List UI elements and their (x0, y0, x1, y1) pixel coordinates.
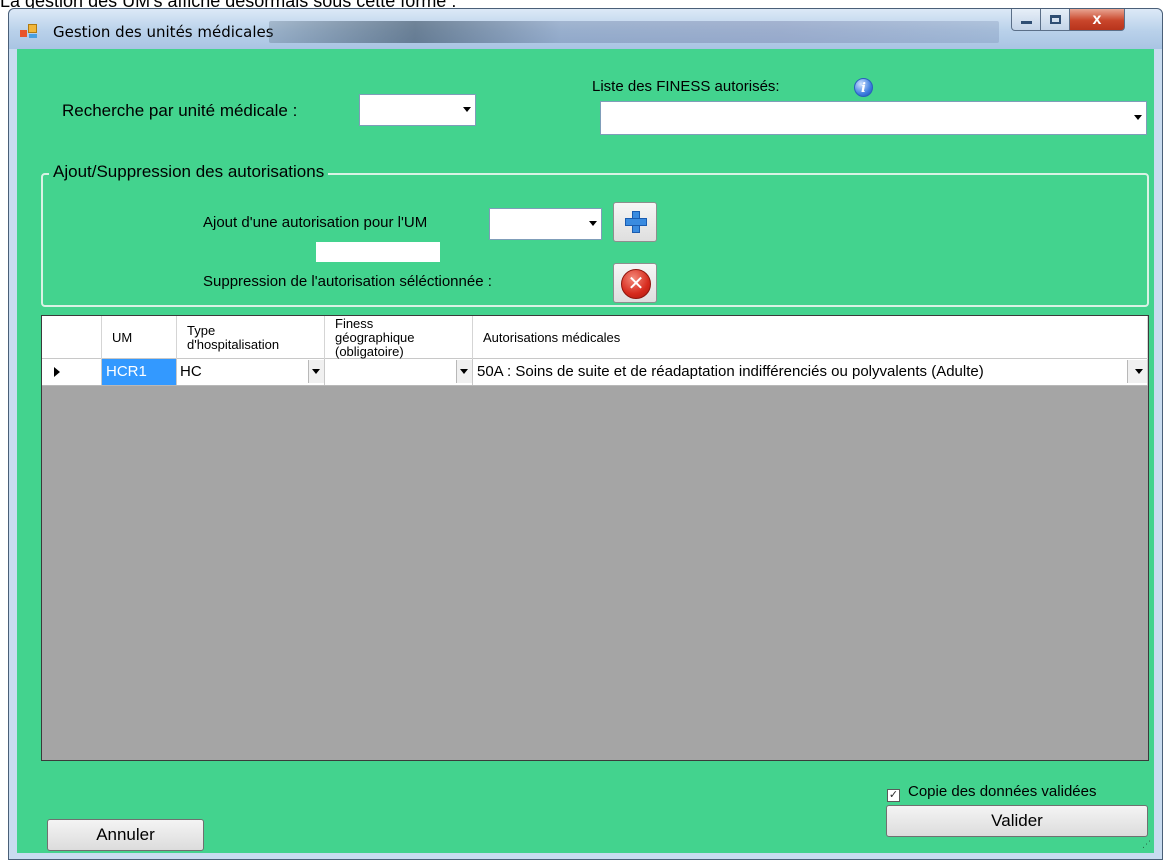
title-bar[interactable]: Gestion des unités médicales x (9, 9, 1162, 49)
column-header-type[interactable]: Type d'hospitalisation (177, 316, 325, 359)
current-row-icon (54, 367, 60, 377)
cell-type-combo[interactable]: HC (177, 359, 325, 385)
column-header-finess[interactable]: Finess géographique (obligatoire) (325, 316, 473, 359)
add-authorization-label: Ajout d'une autorisation pour l'UM (203, 214, 428, 231)
maximize-button[interactable] (1040, 9, 1070, 31)
chevron-down-icon (1134, 115, 1142, 120)
chevron-down-icon (460, 369, 468, 374)
delete-authorization-button[interactable]: ✕ (613, 263, 657, 303)
client-area: Recherche par unité médicale : Liste des… (17, 49, 1154, 853)
close-button[interactable]: x (1069, 9, 1125, 31)
copy-validated-label: Copie des données validées (908, 783, 1097, 800)
cell-finess-combo[interactable] (325, 359, 473, 385)
minimize-button[interactable] (1011, 9, 1041, 31)
row-header-corner (42, 316, 102, 359)
chevron-down-icon (1135, 369, 1143, 374)
column-header-autorisations[interactable]: Autorisations médicales (473, 316, 1148, 359)
column-header-um[interactable]: UM (102, 316, 177, 359)
add-um-combo[interactable] (489, 208, 602, 240)
add-authorization-button[interactable] (613, 202, 657, 242)
cancel-button[interactable]: Annuler (47, 819, 204, 851)
table-row[interactable]: HCR1 HC 50A : Soins de suite et de réada… (42, 359, 1148, 386)
copy-validated-checkbox[interactable]: ✓ (887, 789, 900, 802)
plus-icon (625, 211, 647, 233)
redacted-area (316, 242, 440, 262)
validate-button[interactable]: Valider (886, 805, 1148, 837)
search-label: Recherche par unité médicale : (62, 101, 298, 120)
chevron-down-icon (589, 221, 597, 226)
chevron-down-icon (463, 107, 471, 112)
cancel-icon: ✕ (621, 269, 651, 299)
row-selector[interactable] (42, 359, 102, 385)
copy-validated-data-option[interactable]: ✓ Copie des données validées (887, 783, 1096, 802)
finess-list-combo[interactable] (600, 101, 1147, 135)
window-title: Gestion des unités médicales (53, 23, 274, 41)
authorizations-grid: UM Type d'hospitalisation Finess géograp… (41, 315, 1149, 761)
app-icon (20, 24, 38, 38)
info-icon[interactable]: i (854, 78, 873, 97)
app-window: Gestion des unités médicales x Recherche… (8, 8, 1163, 860)
cell-um[interactable]: HCR1 (102, 359, 177, 385)
cell-autorisation-combo[interactable]: 50A : Soins de suite et de réadaptation … (473, 359, 1148, 385)
groupbox-title: Ajout/Suppression des autorisations (49, 162, 329, 182)
cell-autorisation-value: 50A : Soins de suite et de réadaptation … (477, 363, 984, 380)
finess-label: Liste des FINESS autorisés: (592, 78, 780, 95)
delete-authorization-label: Suppression de l'autorisation séléctionn… (203, 273, 492, 290)
maximize-icon (1049, 15, 1061, 24)
chevron-down-icon (312, 369, 320, 374)
background-window-blur (269, 21, 999, 43)
minimize-icon (1020, 21, 1032, 24)
resize-grip-icon[interactable]: ⋰ (1142, 839, 1151, 850)
close-icon: x (1092, 10, 1102, 28)
grid-header: UM Type d'hospitalisation Finess géograp… (42, 316, 1148, 359)
search-um-combo[interactable] (359, 94, 476, 126)
cell-type-value: HC (180, 363, 202, 380)
